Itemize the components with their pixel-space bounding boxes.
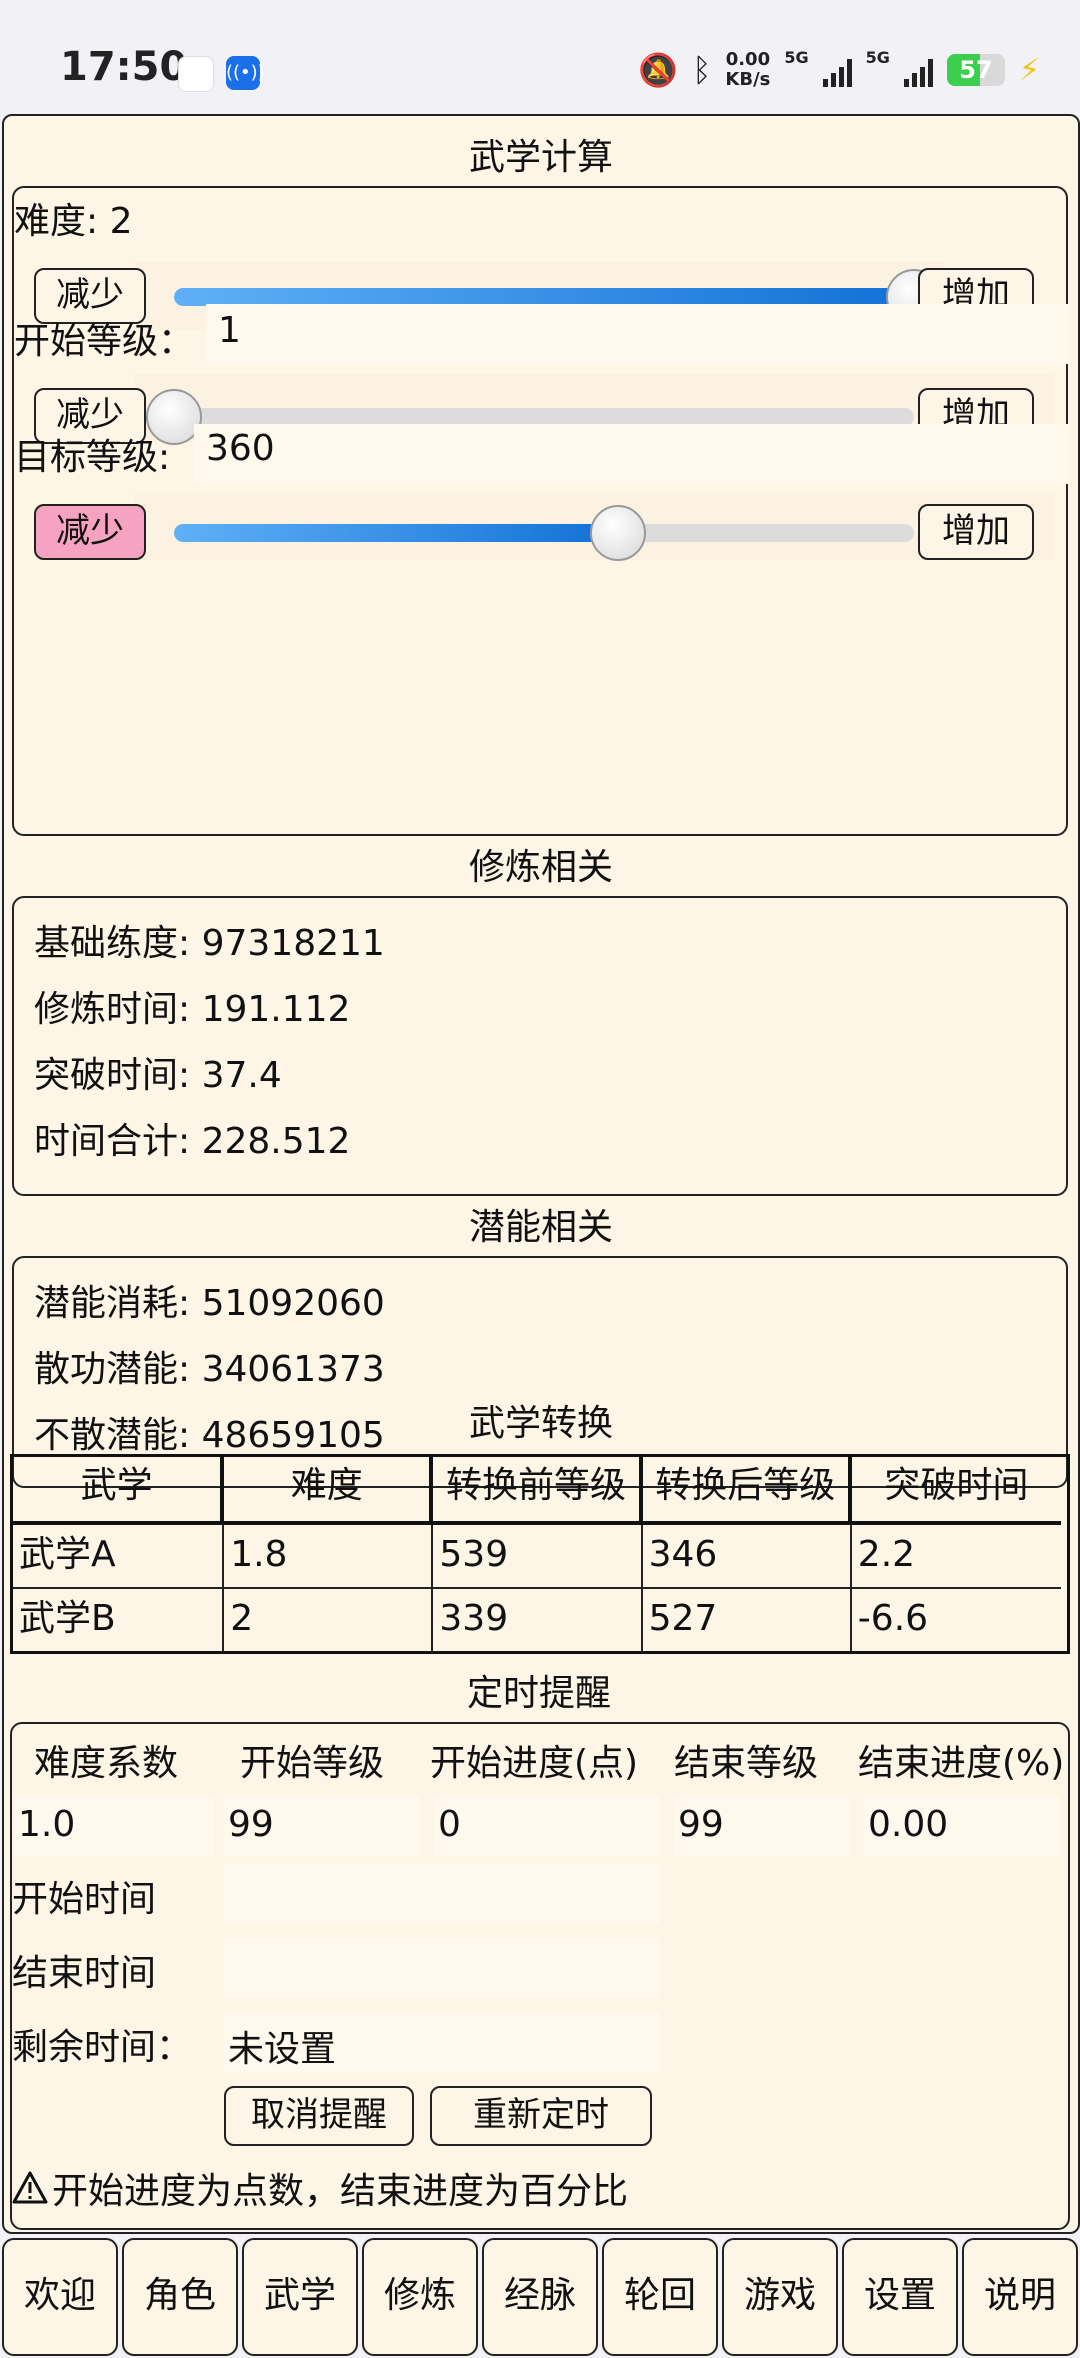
start-time-label: 开始时间: [12, 1879, 157, 1920]
calc-panel: 难度: 2 减少 增加 开始等级： 1 减少 增加 目标等级: 360 减少 增…: [12, 186, 1068, 836]
start-level-label: 开始等级：: [14, 321, 195, 362]
total-time: 时间合计: 228.512: [34, 1121, 351, 1162]
dispersal-potential: 散功潜能: 34061373: [34, 1349, 385, 1390]
progress-note: 开始进度为点数，结束进度为百分比: [12, 2162, 628, 2214]
table-cell: 527: [643, 1589, 852, 1651]
remaining-value: 未设置: [228, 2029, 337, 2070]
timer-start-level-value: 99: [228, 1804, 274, 1845]
timer-panel: 难度系数 开始等级 开始进度(点) 结束等级 结束进度(%) 1.0 99 0 …: [10, 1722, 1070, 2230]
timer-header-start-level: 开始等级: [240, 1743, 385, 1784]
table-cell: 539: [433, 1525, 643, 1587]
conversion-title: 武学转换: [468, 1403, 613, 1444]
nav-meridians[interactable]: 经脉: [482, 2238, 598, 2356]
target-level-slider[interactable]: [174, 524, 914, 542]
conversion-table: 武学 难度 转换前等级 转换后等级 突破时间 武学A 1.8 539 346 2.2 武学…: [10, 1454, 1070, 1654]
table-header-cell: 转换前等级: [433, 1457, 643, 1521]
table-header-cell: 突破时间: [884, 1465, 1029, 1506]
nav-character[interactable]: 角色: [122, 2238, 238, 2356]
difficulty-label: 难度: 2: [14, 201, 133, 242]
timer-header-difficulty: 难度系数: [34, 1743, 179, 1784]
sim2-label: 5G: [865, 48, 890, 67]
net-speed-value: 0.00: [725, 49, 771, 70]
net-speed: 0.00 KB/s: [725, 50, 770, 90]
training-time: 修炼时间: 191.112: [34, 989, 351, 1030]
nav-reincarnation[interactable]: 轮回: [602, 2238, 718, 2356]
table-cell: 2: [224, 1589, 434, 1651]
reset-timer-button[interactable]: 重新定时: [430, 2086, 652, 2146]
potential-title: 潜能相关: [468, 1207, 613, 1248]
breakthrough-time: 突破时间: 37.4: [34, 1055, 282, 1096]
table-header-cell: 难度: [224, 1457, 434, 1521]
table-cell: -6.6: [857, 1598, 929, 1639]
target-level-decrease-button[interactable]: 减少: [34, 504, 146, 560]
nav-help[interactable]: 说明: [962, 2238, 1078, 2356]
target-level-field[interactable]: 360: [194, 424, 1068, 484]
net-speed-unit: KB/s: [725, 69, 771, 90]
table-cell: 346: [643, 1525, 852, 1587]
broadcast-icon: ((•)): [226, 56, 265, 90]
table-header-cell: 武学: [13, 1457, 225, 1521]
end-progress-field[interactable]: 0.00: [864, 1796, 1060, 1856]
status-icons: 🔕 ᛒ 0.00 KB/s 5G 5G 57 ⚡: [638, 48, 1040, 92]
timer-header-end-progress: 结束进度(%): [858, 1743, 1065, 1784]
nav-game[interactable]: 游戏: [722, 2238, 838, 2356]
target-level-slider-thumb[interactable]: [590, 505, 646, 561]
table-header-row: 武学 难度 转换前等级 转换后等级 突破时间: [13, 1457, 1061, 1525]
nav-welcome[interactable]: 欢迎: [2, 2238, 118, 2356]
target-level-value: 360: [206, 428, 275, 469]
difficulty-coef-value: 1.0: [18, 1804, 76, 1845]
end-time-field[interactable]: [224, 1938, 660, 1998]
signal-icon: [822, 53, 852, 87]
battery-icon: 57: [946, 54, 1005, 86]
bottom-nav: 欢迎 角色 武学 修炼 经脉 轮回 游戏 设置 说明: [0, 2236, 1080, 2358]
end-progress-value: 0.00: [868, 1804, 949, 1845]
table-header-cell: 转换后等级: [643, 1457, 852, 1521]
training-title: 修炼相关: [468, 847, 613, 888]
potential-cost: 潜能消耗: 51092060: [34, 1283, 385, 1324]
bubble-icon: [178, 56, 214, 92]
table-cell: 339: [433, 1589, 643, 1651]
status-time: 17:50: [60, 44, 188, 90]
timer-header-start-progress: 开始进度(点): [430, 1743, 639, 1784]
warning-icon: [12, 2171, 48, 2204]
start-level-field[interactable]: 1: [206, 304, 1068, 364]
status-bar: 17:50 ((•)) 🔕 ᛒ 0.00 KB/s 5G 5G 57 ⚡: [0, 0, 1080, 112]
table-row: 武学B 2 339 527 -6.6: [13, 1589, 1061, 1651]
table-cell: 武学A: [13, 1525, 225, 1587]
charging-icon: ⚡: [1018, 52, 1040, 88]
battery-level: 57: [959, 56, 993, 84]
difficulty-coef-field[interactable]: 1.0: [14, 1796, 214, 1856]
start-progress-field[interactable]: 0: [434, 1796, 660, 1856]
timer-end-level-value: 99: [678, 1804, 724, 1845]
sim1-label: 5G: [784, 48, 809, 67]
bluetooth-icon: ᛒ: [692, 51, 712, 89]
training-panel: 基础练度: 97318211 修炼时间: 191.112 突破时间: 37.4 …: [12, 896, 1068, 1196]
target-level-label: 目标等级:: [14, 437, 171, 478]
timer-title: 定时提醒: [466, 1673, 611, 1714]
bell-mute-icon: 🔕: [638, 51, 679, 89]
nav-martial-arts[interactable]: 武学: [242, 2238, 358, 2356]
start-level-value: 1: [218, 310, 241, 351]
remaining-label: 剩余时间：: [12, 2027, 193, 2068]
cancel-reminder-button[interactable]: 取消提醒: [224, 2086, 414, 2146]
nav-settings[interactable]: 设置: [842, 2238, 958, 2356]
table-cell: 2.2: [857, 1534, 916, 1575]
start-time-field[interactable]: [224, 1864, 660, 1924]
table-row: 武学A 1.8 539 346 2.2: [13, 1525, 1061, 1589]
start-progress-value: 0: [438, 1804, 461, 1845]
calc-title: 武学计算: [468, 137, 613, 178]
progress-note-text: 开始进度为点数，结束进度为百分比: [52, 2171, 629, 2212]
end-time-label: 结束时间: [12, 1953, 157, 1994]
timer-header-end-level: 结束等级: [674, 1743, 819, 1784]
training-base: 基础练度: 97318211: [34, 923, 385, 964]
timer-start-level-field[interactable]: 99: [224, 1796, 420, 1856]
target-level-increase-button[interactable]: 增加: [918, 504, 1034, 560]
signal-icon: [903, 53, 933, 87]
timer-end-level-field[interactable]: 99: [674, 1796, 850, 1856]
remaining-field: 未设置: [224, 2012, 660, 2072]
table-cell: 武学B: [13, 1589, 225, 1651]
nav-training[interactable]: 修炼: [362, 2238, 478, 2356]
table-cell: 1.8: [224, 1525, 434, 1587]
